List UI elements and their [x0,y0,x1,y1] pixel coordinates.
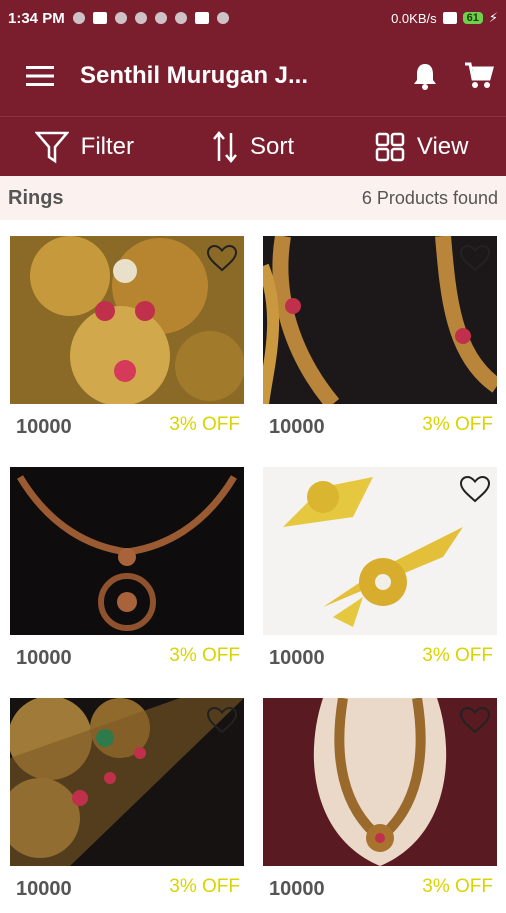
play-icon-3 [174,12,187,24]
filter-sort-toolbar: Filter Sort View [0,116,506,176]
product-price: 10000 [269,416,325,438]
location-icon [114,12,127,24]
discount-badge: 3% OFF [169,645,240,666]
product-price: 10000 [269,878,325,900]
notification-dot-icon [72,12,85,24]
signal-icon [442,12,457,24]
page-title: Senthil Murugan J... [80,62,309,89]
discount-badge: 3% OFF [422,414,493,435]
product-count: 6 Products found [361,187,498,208]
wishlist-heart-icon[interactable] [459,706,491,734]
charging-icon: ⚡ [488,10,498,25]
app-bar: Senthil Murugan J... [0,36,506,116]
category-header: Rings 6 Products found [0,176,506,220]
view-label: View [416,132,469,160]
cart-icon [465,62,494,88]
discount-badge: 3% OFF [169,414,240,435]
wishlist-heart-icon[interactable] [459,475,491,503]
notification-dot-icon-2 [216,12,229,24]
wishlist-heart-icon[interactable] [459,244,491,272]
product-image-graphic [10,467,244,635]
grid-view-icon [375,132,405,161]
sort-label: Sort [250,132,295,160]
product-card[interactable]: 10000 3% OFF [263,682,497,913]
product-price: 10000 [16,878,72,900]
product-card[interactable]: 10000 3% OFF [10,682,244,913]
status-bar: 1:34 PM 0.0KB/s 61 ⚡ [0,0,506,36]
wishlist-heart-icon[interactable] [206,706,238,734]
discount-badge: 3% OFF [422,645,493,666]
youtube-icon [92,12,107,24]
notifications-button[interactable] [398,36,452,116]
product-price: 10000 [16,416,72,438]
filter-icon [34,131,69,163]
cast-icon [194,12,209,24]
view-button[interactable]: View [337,117,506,176]
product-card[interactable]: 10000 3% OFF [10,451,244,682]
hamburger-menu-icon [26,66,54,86]
wishlist-heart-icon[interactable] [206,244,238,272]
battery-icon: 61 [462,12,483,24]
menu-button[interactable] [0,36,80,116]
filter-label: Filter [80,132,134,160]
play-icon-2 [154,12,167,24]
discount-badge: 3% OFF [169,876,240,897]
product-card[interactable]: 10000 3% OFF [263,451,497,682]
network-speed: 0.0KB/s [391,10,437,26]
discount-badge: 3% OFF [422,876,493,897]
status-time: 1:34 PM [8,9,65,27]
cart-button[interactable] [452,36,506,116]
sort-icon [213,130,237,163]
sort-button[interactable]: Sort [169,117,338,176]
product-price: 10000 [16,647,72,669]
filter-button[interactable]: Filter [0,117,169,176]
notification-icons [72,12,229,24]
category-name: Rings [8,186,64,209]
product-price: 10000 [269,647,325,669]
bell-icon [414,64,436,90]
product-image[interactable] [10,467,244,635]
product-card[interactable]: 10000 3% OFF [10,220,244,451]
play-icon [134,12,147,24]
product-card[interactable]: 10000 3% OFF [263,220,497,451]
